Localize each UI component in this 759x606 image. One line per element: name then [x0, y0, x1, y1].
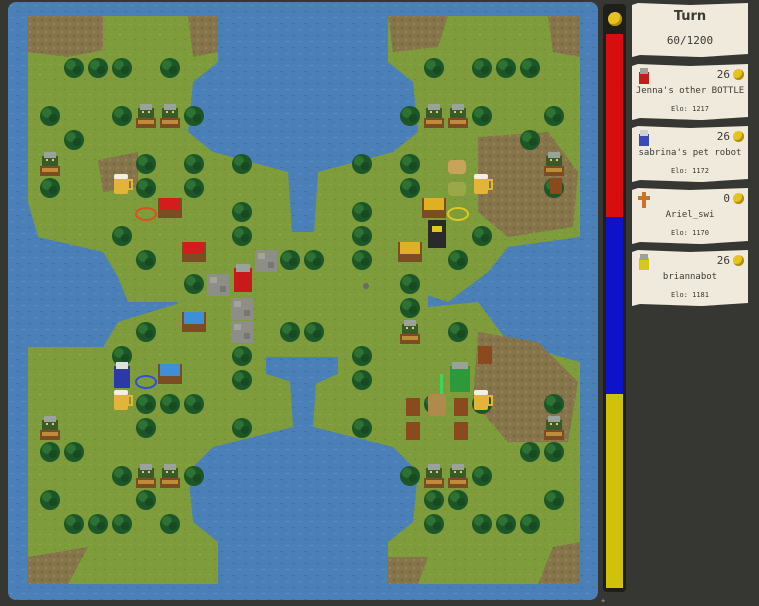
- turn-title: Turn: [673, 9, 707, 24]
- player-elo: Elo: 1172: [671, 167, 709, 175]
- player-gold: 0: [723, 192, 730, 205]
- red-soldier-icon: [636, 67, 652, 85]
- player-name: sabrina's pet robot: [638, 148, 742, 158]
- gold-coin-icon: [733, 255, 744, 266]
- player-elo: Elo: 1181: [671, 291, 709, 299]
- gold-coin-icon: [733, 193, 744, 204]
- player-gold: 26: [716, 254, 730, 267]
- blue-player-unit[interactable]: [114, 362, 130, 388]
- player-card[interactable]: 26 Jenna's other BOTTLE Elo: 1217: [632, 64, 748, 120]
- turn-counter: 60/1200: [666, 34, 714, 47]
- game-map[interactable]: [8, 2, 598, 600]
- player-gold: 26: [716, 68, 730, 81]
- red-player-unit[interactable]: [234, 264, 252, 292]
- gold-coin-icon: [608, 12, 622, 26]
- player-card[interactable]: 26 briannabot Elo: 1181: [632, 250, 748, 306]
- player-elo: Elo: 1217: [671, 105, 709, 113]
- player-name: Jenna's other BOTTLE: [635, 86, 745, 96]
- player-gold: 26: [716, 130, 730, 143]
- player-name: Ariel_swi: [665, 210, 715, 220]
- score-segment-blue: [606, 217, 623, 394]
- player-card[interactable]: 26 sabrina's pet robot Elo: 1172: [632, 126, 748, 182]
- score-bar: [603, 4, 626, 592]
- tombstone-cross-icon: [636, 191, 652, 209]
- player-card[interactable]: 0 Ariel_swi Elo: 1170: [632, 188, 748, 244]
- gold-coin-icon: [733, 131, 744, 142]
- yellow-player-unit[interactable]: [428, 220, 446, 248]
- player-name: briannabot: [662, 272, 718, 282]
- footer-marker: +: [601, 597, 606, 605]
- blue-soldier-icon: [636, 129, 652, 147]
- player-elo: Elo: 1170: [671, 229, 709, 237]
- turn-card: Turn 60/1200: [632, 3, 748, 57]
- yellow-soldier-icon: [636, 253, 652, 271]
- score-segment-yellow: [606, 394, 623, 588]
- score-segment-red: [606, 34, 623, 217]
- gold-coin-icon: [733, 69, 744, 80]
